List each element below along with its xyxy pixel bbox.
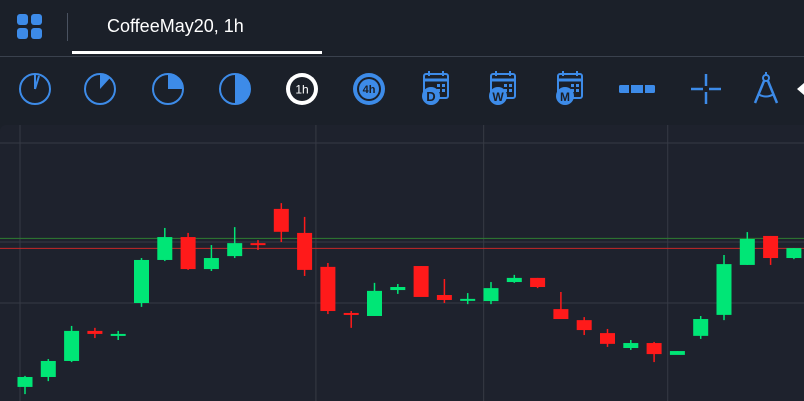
tab-chart[interactable]: CoffeeMay20, 1h	[72, 0, 322, 57]
toolbar: 1h 4h D W M	[0, 57, 804, 125]
svg-text:D: D	[426, 89, 435, 104]
tab-title: CoffeeMay20, 1h	[107, 16, 244, 36]
candle-body	[716, 264, 732, 315]
interval-1h-button[interactable]: 1h	[282, 69, 322, 109]
candle-body	[273, 208, 289, 232]
candle-body	[739, 238, 755, 265]
candlestick-chart	[0, 125, 804, 401]
candle-body	[436, 295, 452, 300]
candle-body	[623, 343, 639, 349]
clock-half-icon	[219, 73, 251, 105]
calendar-day-icon: D	[422, 71, 449, 105]
candle-body	[320, 266, 336, 312]
candle-body	[227, 243, 243, 257]
clock-sixth-icon	[84, 73, 116, 105]
candle-body	[576, 320, 592, 331]
svg-text:W: W	[492, 90, 504, 104]
svg-text:4h: 4h	[363, 84, 376, 96]
candle-body	[786, 248, 802, 259]
crosshair-tool-button[interactable]	[686, 69, 726, 109]
candle-body	[483, 288, 499, 302]
calendar-week-icon: W	[489, 71, 516, 105]
top-bar: CoffeeMay20, 1h	[0, 0, 804, 57]
candle-body	[250, 243, 266, 246]
interval-1m-button[interactable]	[15, 69, 55, 109]
crosshair-icon	[691, 74, 721, 104]
horizontal-line-tool-button[interactable]	[617, 69, 657, 109]
candle-body	[180, 237, 196, 270]
drawing-compass-icon	[753, 72, 779, 104]
header-divider	[67, 13, 68, 41]
candle-body	[64, 330, 80, 361]
grid-menu-icon[interactable]	[17, 14, 43, 40]
candle-body	[646, 343, 662, 355]
candle-body	[506, 277, 522, 283]
price-chart[interactable]	[0, 125, 804, 401]
candle-body	[763, 235, 779, 259]
candle-body	[87, 330, 103, 334]
candle-body	[297, 232, 313, 270]
candle-body	[203, 258, 219, 270]
clock-4h-icon: 4h	[353, 73, 385, 105]
candle-body	[110, 333, 126, 336]
interval-5m-button[interactable]	[80, 69, 120, 109]
interval-month-button[interactable]: M	[549, 69, 589, 109]
horizontal-line-icon	[619, 84, 655, 94]
clock-1h-icon: 1h	[286, 73, 318, 105]
interval-week-button[interactable]: W	[482, 69, 522, 109]
interval-day-button[interactable]: D	[415, 69, 455, 109]
candle-body	[460, 298, 476, 301]
candle-body	[530, 277, 546, 288]
toolbar-overflow-arrow-icon[interactable]	[797, 83, 804, 95]
candle-body	[553, 309, 569, 320]
candle-body	[693, 319, 709, 336]
clock-quarter-icon	[19, 73, 51, 105]
compass-tool-button[interactable]	[746, 69, 786, 109]
svg-text:1h: 1h	[295, 83, 308, 97]
candle-body	[367, 290, 382, 316]
calendar-month-icon: M	[556, 71, 583, 105]
candle-body	[343, 312, 359, 315]
candle-body	[157, 237, 173, 260]
active-tab-indicator	[72, 51, 322, 54]
svg-text:M: M	[560, 90, 570, 104]
candle-body	[17, 376, 33, 387]
candle-body	[413, 266, 429, 297]
candle-body	[669, 351, 685, 355]
clock-quarter-fill-icon	[152, 73, 184, 105]
candle-body	[40, 360, 56, 377]
candle-body	[600, 333, 615, 344]
interval-30m-button[interactable]	[215, 69, 255, 109]
interval-4h-button[interactable]: 4h	[349, 69, 389, 109]
candle-body	[134, 259, 149, 304]
interval-15m-button[interactable]	[148, 69, 188, 109]
candle-body	[390, 287, 406, 291]
